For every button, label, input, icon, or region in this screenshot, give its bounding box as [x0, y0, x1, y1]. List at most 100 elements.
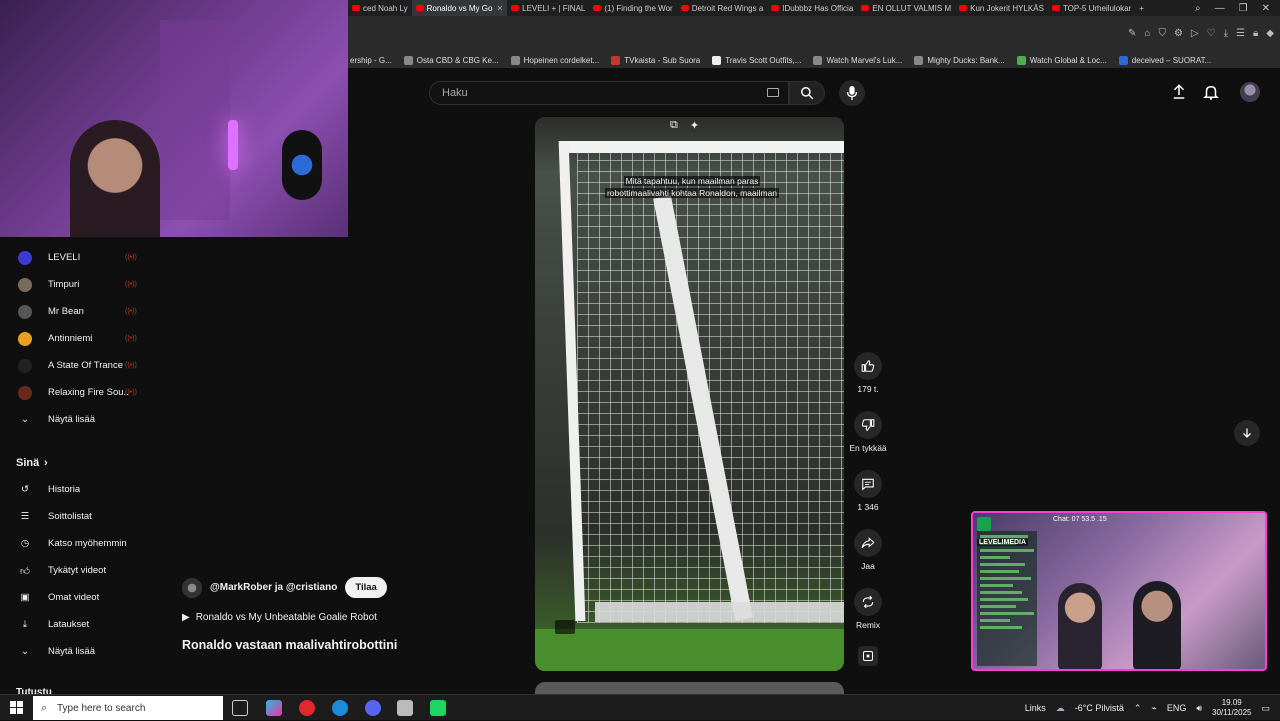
app-icon[interactable]: [397, 700, 413, 716]
notification-center-icon[interactable]: ▭: [1261, 703, 1270, 714]
links-toolbar[interactable]: Links: [1025, 703, 1046, 713]
bookmark[interactable]: deceived – SUORAT...: [1118, 55, 1211, 65]
opera-icon[interactable]: [299, 700, 315, 716]
sidebar-item-my-videos[interactable]: ▣ Omat videot: [0, 584, 150, 611]
app-icon[interactable]: [266, 700, 282, 716]
captions-icon[interactable]: [555, 620, 575, 634]
browser-tab[interactable]: LEVELI + | FINAL: [507, 0, 589, 16]
sidebar-item-liked[interactable]: 👍︎ Tykätyt videot: [0, 557, 150, 584]
sidebar-item-subscription[interactable]: Relaxing Fire Sou... ((•)): [0, 379, 150, 406]
sidebar-item-label: A State Of Trance: [48, 360, 123, 371]
browser-tab-active[interactable]: Ronaldo vs My Go ✕: [411, 0, 508, 16]
bookmark[interactable]: ership - G...: [350, 56, 392, 65]
shield-icon[interactable]: ⛉: [1158, 28, 1166, 39]
volume-icon[interactable]: 🔊︎: [1196, 703, 1202, 714]
bookmark[interactable]: Watch Global & Loc...: [1016, 55, 1107, 65]
browser-tab[interactable]: Detroit Red Wings a: [677, 0, 768, 16]
shorts-video-player[interactable]: ⧉ ✦ Mitä tapahtuu, kun maailman paras ro…: [535, 117, 844, 671]
bookmark[interactable]: Travis Scott Outfits,...: [712, 55, 802, 65]
share-button[interactable]: Jaa: [838, 529, 898, 571]
home-icon[interactable]: ⌂: [1144, 28, 1150, 39]
minimize-icon[interactable]: —: [1215, 3, 1225, 14]
sidebar-item-downloads[interactable]: ⤓ Lataukset: [0, 611, 150, 638]
sidebar-item-watch-later[interactable]: ◷ Katso myöhemmin: [0, 530, 150, 557]
restore-icon[interactable]: ❐: [1239, 3, 1248, 14]
sound-button[interactable]: [838, 646, 898, 670]
goal-base: [595, 602, 844, 622]
sidebar-item-subscription[interactable]: Antinniemi ((•)): [0, 325, 150, 352]
browser-tab[interactable]: EN OLLUT VALMIS M: [857, 0, 955, 16]
bookmark-icon: [712, 55, 722, 65]
arrow-down-icon: [1243, 428, 1251, 438]
bookmark-icon: [914, 55, 924, 65]
lock-icon[interactable]: 🔒︎: [1253, 28, 1258, 39]
search-tabs-icon[interactable]: ⌕: [1195, 3, 1201, 14]
heart-icon[interactable]: ♡: [1207, 28, 1216, 39]
like-button[interactable]: 179 t.: [838, 352, 898, 394]
close-tab-icon[interactable]: ✕: [496, 4, 503, 13]
browser-tab[interactable]: TOP-5 Urheilulokar: [1048, 0, 1135, 16]
channel-avatar: [18, 277, 32, 292]
next-short-button[interactable]: [1234, 420, 1260, 446]
discord-icon[interactable]: [365, 700, 381, 716]
show-more-button[interactable]: ⌄ Näytä lisää: [0, 406, 150, 433]
account-avatar[interactable]: [1240, 82, 1260, 102]
bookmark-label: Travis Scott Outfits,...: [725, 55, 802, 65]
new-tab-button[interactable]: +: [1135, 0, 1148, 16]
network-icon[interactable]: ⌁: [1151, 703, 1156, 714]
bookmark[interactable]: Mighty Ducks: Bank...: [914, 55, 1005, 65]
copilot-icon[interactable]: ◆: [1266, 28, 1274, 39]
webcam-overlay: [0, 0, 348, 237]
windows-start-icon[interactable]: [10, 701, 23, 714]
channel-avatar[interactable]: [182, 577, 202, 598]
taskbar: ⌕ Type here to search Links ☁ -6°C Pilvi…: [0, 694, 1280, 720]
app-icon[interactable]: [430, 700, 446, 716]
search-input[interactable]: Haku: [429, 81, 789, 105]
browser-tab[interactable]: ced Noah Ly: [348, 0, 412, 16]
chevron-up-icon[interactable]: ⌃: [1134, 703, 1142, 714]
close-window-icon[interactable]: ✕: [1262, 3, 1270, 14]
clock[interactable]: 19.09 30/11/2025: [1212, 698, 1251, 718]
sidebar-item-subscription[interactable]: Timpuri ((•)): [0, 271, 150, 298]
bookmark[interactable]: Osta CBD & CBG Ke...: [403, 55, 499, 65]
related-video-link[interactable]: ▶ Ronaldo vs My Unbeatable Goalie Robot: [182, 612, 377, 623]
bookmark[interactable]: TVkaista - Sub Suora: [611, 55, 700, 65]
sidebar-item-playlists[interactable]: ☰ Soittolistat: [0, 503, 150, 530]
extension-icon[interactable]: ⚙: [1174, 28, 1183, 39]
play-icon[interactable]: ▷: [1191, 28, 1199, 39]
browser-tab[interactable]: IDubbbz Has Officia: [767, 0, 857, 16]
chevron-down-icon: ⌄: [21, 646, 29, 657]
voice-search-button[interactable]: [839, 80, 865, 106]
bookmark[interactable]: Watch Marvel's Luk...: [813, 55, 902, 65]
sidebar-item-subscription[interactable]: A State Of Trance ((•)): [0, 352, 150, 379]
bookmark[interactable]: Hopeinen cordelket...: [510, 55, 599, 65]
subscribe-button[interactable]: Tilaa: [345, 577, 387, 598]
edit-icon[interactable]: ✎: [1128, 28, 1136, 39]
sidebar-section-you[interactable]: Sinä ›: [0, 449, 150, 476]
sparkle-icon[interactable]: ✦: [690, 119, 699, 132]
browser-tab[interactable]: (1) Finding the Wor: [589, 0, 676, 16]
sidebar-item-subscription[interactable]: Mr Bean ((•)): [0, 298, 150, 325]
browser-tab[interactable]: Kun Jokerit HYLKÄS: [955, 0, 1048, 16]
create-button[interactable]: [1170, 83, 1188, 106]
dislike-button[interactable]: En tykkää: [838, 411, 898, 453]
menu-icon[interactable]: ☰: [1236, 28, 1245, 39]
taskbar-search-input[interactable]: ⌕ Type here to search: [33, 696, 223, 720]
sidebar-item-subscription[interactable]: LEVELI ((•)): [0, 244, 150, 271]
miniplayer-icon[interactable]: ⧉: [670, 119, 678, 132]
show-more-button[interactable]: ⌄ Näytä lisää: [0, 638, 150, 665]
next-short-preview[interactable]: [535, 682, 844, 694]
search-button[interactable]: [789, 81, 825, 105]
task-view-icon[interactable]: [232, 700, 248, 716]
keyboard-icon[interactable]: [767, 88, 779, 97]
sidebar-item-label: Tykätyt videot: [48, 565, 107, 576]
remix-button[interactable]: Remix: [838, 588, 898, 630]
edge-icon[interactable]: [332, 700, 348, 716]
sidebar-item-history[interactable]: ↺ Historia: [0, 476, 150, 503]
notifications-button[interactable]: [1202, 83, 1220, 106]
channel-name[interactable]: @MarkRober ja @cristiano: [210, 582, 337, 593]
weather-widget[interactable]: -6°C Pilvistä: [1075, 703, 1124, 713]
language-indicator[interactable]: ENG: [1167, 703, 1187, 713]
comments-button[interactable]: 1 346: [838, 470, 898, 512]
download-icon[interactable]: ⤓: [1224, 28, 1228, 39]
